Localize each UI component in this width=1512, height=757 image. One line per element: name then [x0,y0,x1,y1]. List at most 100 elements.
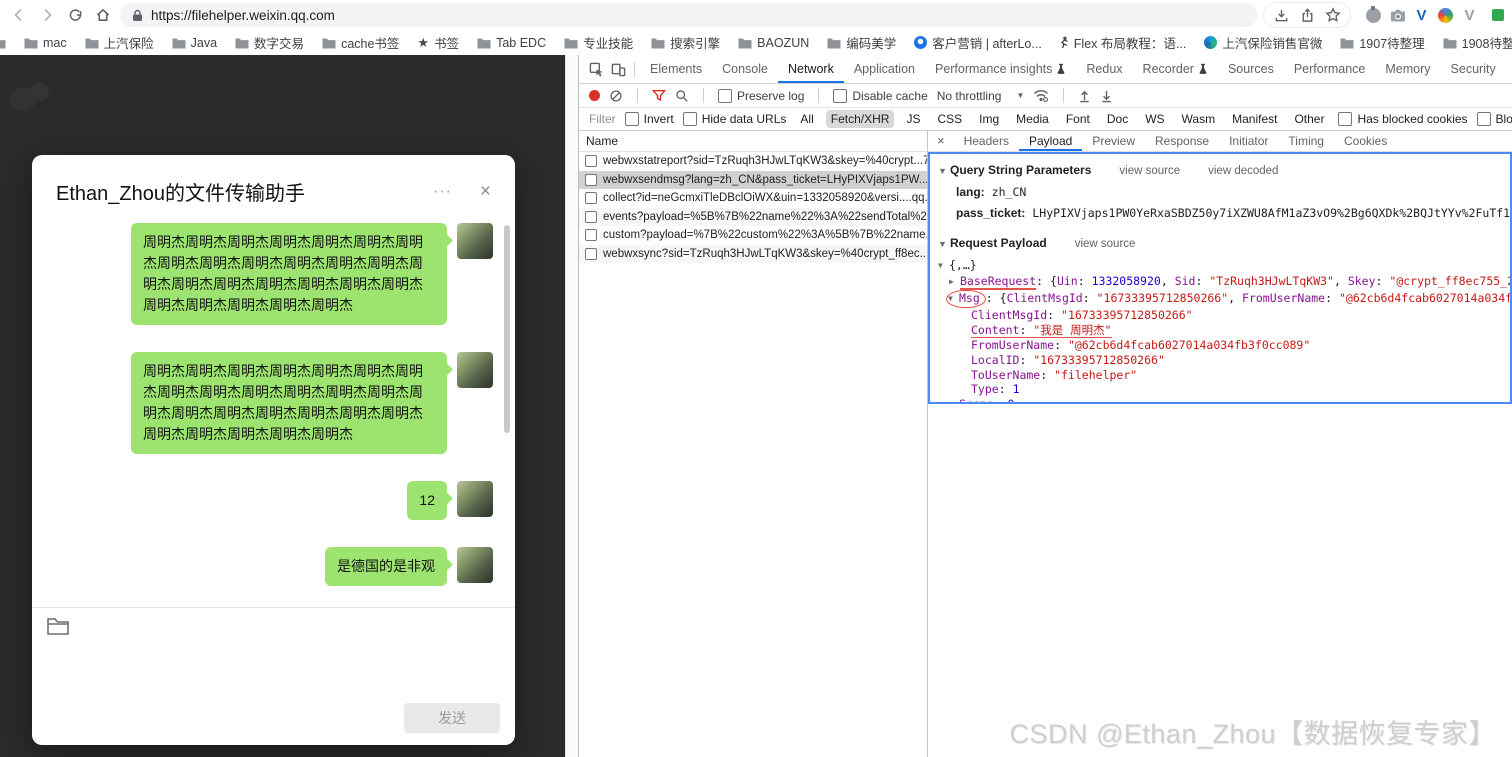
send-button[interactable]: 发送 [404,703,500,733]
detail-tab-headers[interactable]: Headers [954,130,1019,151]
invert-checkbox[interactable]: Invert [624,112,674,126]
pomodoro-extension-icon[interactable] [1365,5,1382,24]
bookmark-item[interactable] [0,37,6,49]
network-request-row[interactable]: events?payload=%5B%7B%22name%22%3A%22sen… [579,207,927,226]
blocked-requests-checkbox[interactable]: Blocked Requests [1476,112,1512,126]
chat-input-area[interactable]: 发送 [32,607,515,745]
import-har-icon[interactable] [1078,89,1091,103]
avatar[interactable] [457,547,493,583]
view-decoded-link[interactable]: view decoded [1208,165,1278,177]
blue-v-extension-icon[interactable]: V [1413,7,1430,24]
more-menu-icon[interactable]: ··· [433,183,452,201]
export-har-icon[interactable] [1100,89,1113,103]
avatar[interactable] [457,223,493,259]
filter-chip-media[interactable]: Media [1011,110,1054,128]
filter-chip-js[interactable]: JS [901,110,925,128]
request-checkbox[interactable] [585,229,597,242]
clear-icon[interactable] [609,89,623,103]
filter-chip-doc[interactable]: Doc [1102,110,1133,128]
bookmark-item[interactable]: cache书签 [322,33,399,52]
bookmark-item[interactable]: 1908待整理 [1443,33,1512,52]
detail-tab-cookies[interactable]: Cookies [1334,130,1397,151]
device-toolbar-icon[interactable] [607,58,629,80]
share-icon[interactable] [1296,4,1318,26]
request-checkbox[interactable] [585,210,597,223]
reload-icon[interactable] [64,4,86,26]
network-request-row[interactable]: webwxsendmsg?lang=zh_CN&pass_ticket=LHyP… [579,170,927,189]
tab-elements[interactable]: Elements [640,55,712,83]
network-request-row[interactable]: webwxstatreport?sid=TzRuqh3HJwLTqKW3&ske… [579,152,927,171]
bookmark-item[interactable]: 1907待整理 [1340,33,1425,52]
has-blocked-cookies-checkbox[interactable]: Has blocked cookies [1338,112,1468,126]
filter-chip-wasm[interactable]: Wasm [1177,110,1221,128]
bookmark-item[interactable]: 搜索引擎 [651,33,720,52]
inspect-element-icon[interactable] [585,58,607,80]
request-checkbox[interactable] [585,247,597,260]
filter-chip-fetch-xhr[interactable]: Fetch/XHR [825,110,895,128]
close-icon[interactable]: × [480,181,491,203]
network-conditions-icon[interactable] [1033,89,1049,102]
bookmark-star-icon[interactable] [1322,4,1344,26]
bookmark-item[interactable]: Tab EDC [477,36,546,50]
tab-application[interactable]: Application [844,55,925,83]
colorful-ball-extension-icon[interactable] [1437,7,1454,24]
bookmark-item[interactable]: 专业技能 [564,33,633,52]
chat-scrollbar[interactable] [504,223,510,595]
bookmark-item[interactable]: 客户营销 | afterLo... [914,33,1042,52]
view-source-link[interactable]: view source [1075,238,1136,250]
tab-recorder[interactable]: Recorder [1133,55,1218,83]
bookmark-item[interactable]: 上汽保险销售官微 [1204,33,1322,52]
filter-chip-manifest[interactable]: Manifest [1227,110,1282,128]
filter-input[interactable]: Filter [589,112,616,126]
detail-tab-initiator[interactable]: Initiator [1219,130,1278,151]
bookmark-item[interactable]: mac [24,36,67,50]
record-button[interactable] [589,90,600,101]
filter-chip-other[interactable]: Other [1289,110,1329,128]
bookmark-item[interactable]: BAOZUN [738,36,809,50]
avatar[interactable] [457,481,493,517]
detail-tab-response[interactable]: Response [1145,130,1219,151]
tab-console[interactable]: Console [712,55,778,83]
tab-performance[interactable]: Performance [1284,55,1376,83]
expand-arrow-icon[interactable]: ▼ [938,259,949,274]
bookmark-item[interactable]: 数字交易 [235,33,304,52]
disable-cache-checkbox[interactable]: Disable cache [833,88,928,103]
avatar[interactable] [457,352,493,388]
gray-v-extension-icon[interactable]: V [1461,7,1478,24]
forward-icon[interactable] [36,4,58,26]
tab-redux[interactable]: Redux [1076,55,1132,83]
close-detail-icon[interactable]: × [928,133,954,148]
view-source-link[interactable]: view source [1119,165,1180,177]
bookmark-item[interactable]: Java [172,36,217,50]
request-checkbox[interactable] [585,192,597,205]
scrollbar-thumb[interactable] [504,225,510,433]
request-checkbox[interactable] [585,173,597,186]
home-icon[interactable] [92,4,114,26]
expand-arrow-icon[interactable]: ▼ [938,166,950,176]
hide-data-urls-checkbox[interactable]: Hide data URLs [682,112,786,126]
expand-arrow-icon[interactable]: ▶ [949,275,960,290]
camera-extension-icon[interactable] [1389,7,1406,24]
tab-security[interactable]: Security [1441,55,1506,83]
network-request-row[interactable]: custom?payload=%7B%22custom%22%3A%5B%7B%… [579,226,927,245]
expand-arrow-icon[interactable]: ▼ [938,239,950,249]
tab-performance-insights[interactable]: Performance insights [925,55,1076,83]
bookmark-item[interactable]: ★ 书签 [417,33,459,52]
detail-tab-preview[interactable]: Preview [1082,130,1145,151]
green-flag-extension-icon[interactable] [1485,7,1504,24]
download-icon[interactable] [1270,4,1292,26]
bookmark-item[interactable]: 编码美学 [827,33,896,52]
bookmark-item[interactable]: 上汽保险 [85,33,154,52]
tab-sources[interactable]: Sources [1218,55,1284,83]
request-checkbox[interactable] [585,155,597,168]
detail-tab-timing[interactable]: Timing [1278,130,1334,151]
filter-chip-img[interactable]: Img [974,110,1004,128]
page-scrollbar-track[interactable] [565,55,579,757]
tab-lighthouse[interactable]: Lighthouse [1506,55,1512,83]
filter-chip-all[interactable]: All [795,110,818,128]
filter-funnel-icon[interactable] [652,89,666,102]
network-request-row[interactable]: collect?id=neGcmxiTleDBclOiWX&uin=133205… [579,189,927,208]
tab-network[interactable]: Network [778,55,844,83]
filter-chip-font[interactable]: Font [1061,110,1095,128]
expand-arrow-icon[interactable]: ▼ [948,292,959,307]
